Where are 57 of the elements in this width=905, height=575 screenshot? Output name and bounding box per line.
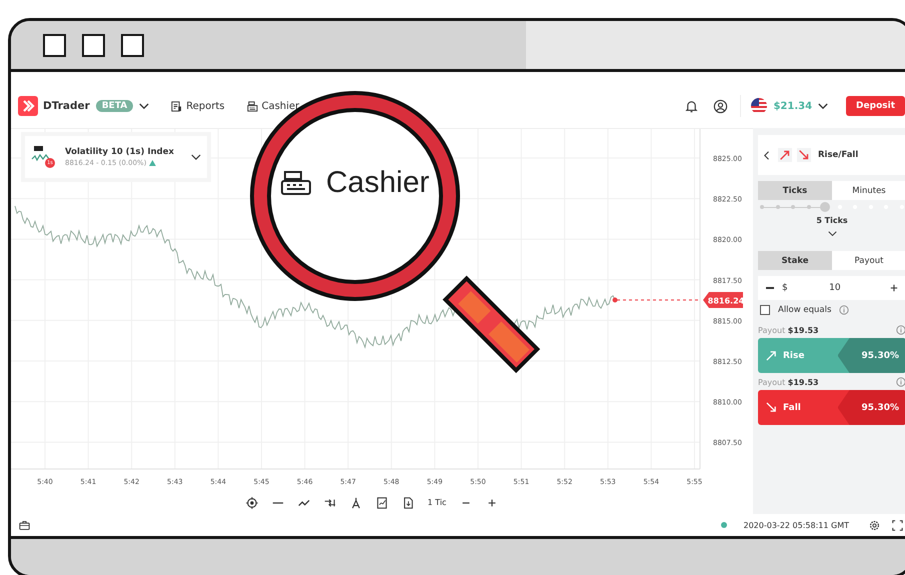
download-icon[interactable]: [402, 496, 414, 508]
caret-icon[interactable]: [818, 102, 828, 110]
duration-slider[interactable]: [762, 200, 902, 214]
app-name: DTrader: [43, 100, 90, 112]
duration-value: 5 Ticks: [815, 216, 849, 225]
plus-icon[interactable]: [890, 284, 898, 292]
up-arrow-icon: [766, 350, 777, 361]
magnified-label: Cashier: [326, 166, 430, 200]
settings-icon[interactable]: [869, 520, 880, 530]
current-tick-dot: [612, 298, 618, 302]
info-icon[interactable]: [896, 377, 905, 387]
flag-icon: [751, 98, 768, 114]
beta-badge: BETA: [96, 100, 134, 112]
interval-selector[interactable]: 1 Tic: [428, 498, 446, 507]
checkbox[interactable]: [760, 305, 770, 315]
compare-arrows-icon[interactable]: [324, 496, 336, 508]
checkbox-label: Allow equals: [778, 305, 832, 315]
status-dot: [720, 522, 726, 528]
bell-icon[interactable]: [684, 98, 700, 114]
down-arrow-icon: [797, 148, 811, 162]
cash-register-icon: [280, 170, 312, 196]
purchase-button[interactable]: Rise 95.30%: [758, 338, 905, 373]
purchase-button[interactable]: Fall 95.30%: [758, 390, 905, 425]
back-icon[interactable]: [764, 150, 770, 160]
payout-amount: Payout $19.53: [758, 326, 819, 334]
fullscreen-icon[interactable]: [892, 520, 903, 530]
market-name: Volatility 10 (1s) Index: [65, 147, 176, 157]
user-icon[interactable]: [713, 98, 728, 114]
crosshair-icon[interactable]: [246, 496, 258, 508]
deposit-button[interactable]: Deposit: [846, 96, 905, 116]
up-triangle-icon: [149, 160, 156, 166]
nav-link[interactable]: Reports: [171, 100, 225, 112]
payout-amount: Payout $19.53: [758, 378, 819, 386]
info-icon[interactable]: [839, 305, 850, 315]
current-price-label: 8816.24: [703, 292, 744, 308]
up-arrow-icon: [778, 148, 792, 162]
nav-link[interactable]: Cashier: [246, 100, 300, 112]
briefcase-icon[interactable]: [19, 520, 30, 530]
caret-icon[interactable]: [139, 102, 150, 110]
window-square-icon: [121, 34, 144, 56]
amount-input[interactable]: $ 10: [758, 276, 905, 300]
logo-icon: [18, 96, 38, 116]
drawing-tool-icon[interactable]: [350, 496, 362, 508]
contract-type[interactable]: Rise/Fall: [818, 150, 858, 160]
duration-tab[interactable]: Ticks: [758, 181, 832, 200]
server-time: 2020-03-22 05:58:11 GMT: [744, 520, 849, 530]
cash-register-icon: [246, 100, 258, 112]
chart-template-icon[interactable]: [376, 496, 388, 508]
zoom-in-icon[interactable]: [486, 496, 498, 508]
info-icon[interactable]: [896, 325, 905, 335]
window-square-icon: [43, 34, 66, 56]
caret-icon[interactable]: [828, 231, 836, 237]
down-arrow-icon: [766, 402, 777, 413]
caret-icon: [191, 154, 201, 160]
amount-tab[interactable]: Stake: [758, 251, 832, 270]
window-square-icon: [82, 34, 105, 56]
report-icon: [171, 100, 182, 112]
